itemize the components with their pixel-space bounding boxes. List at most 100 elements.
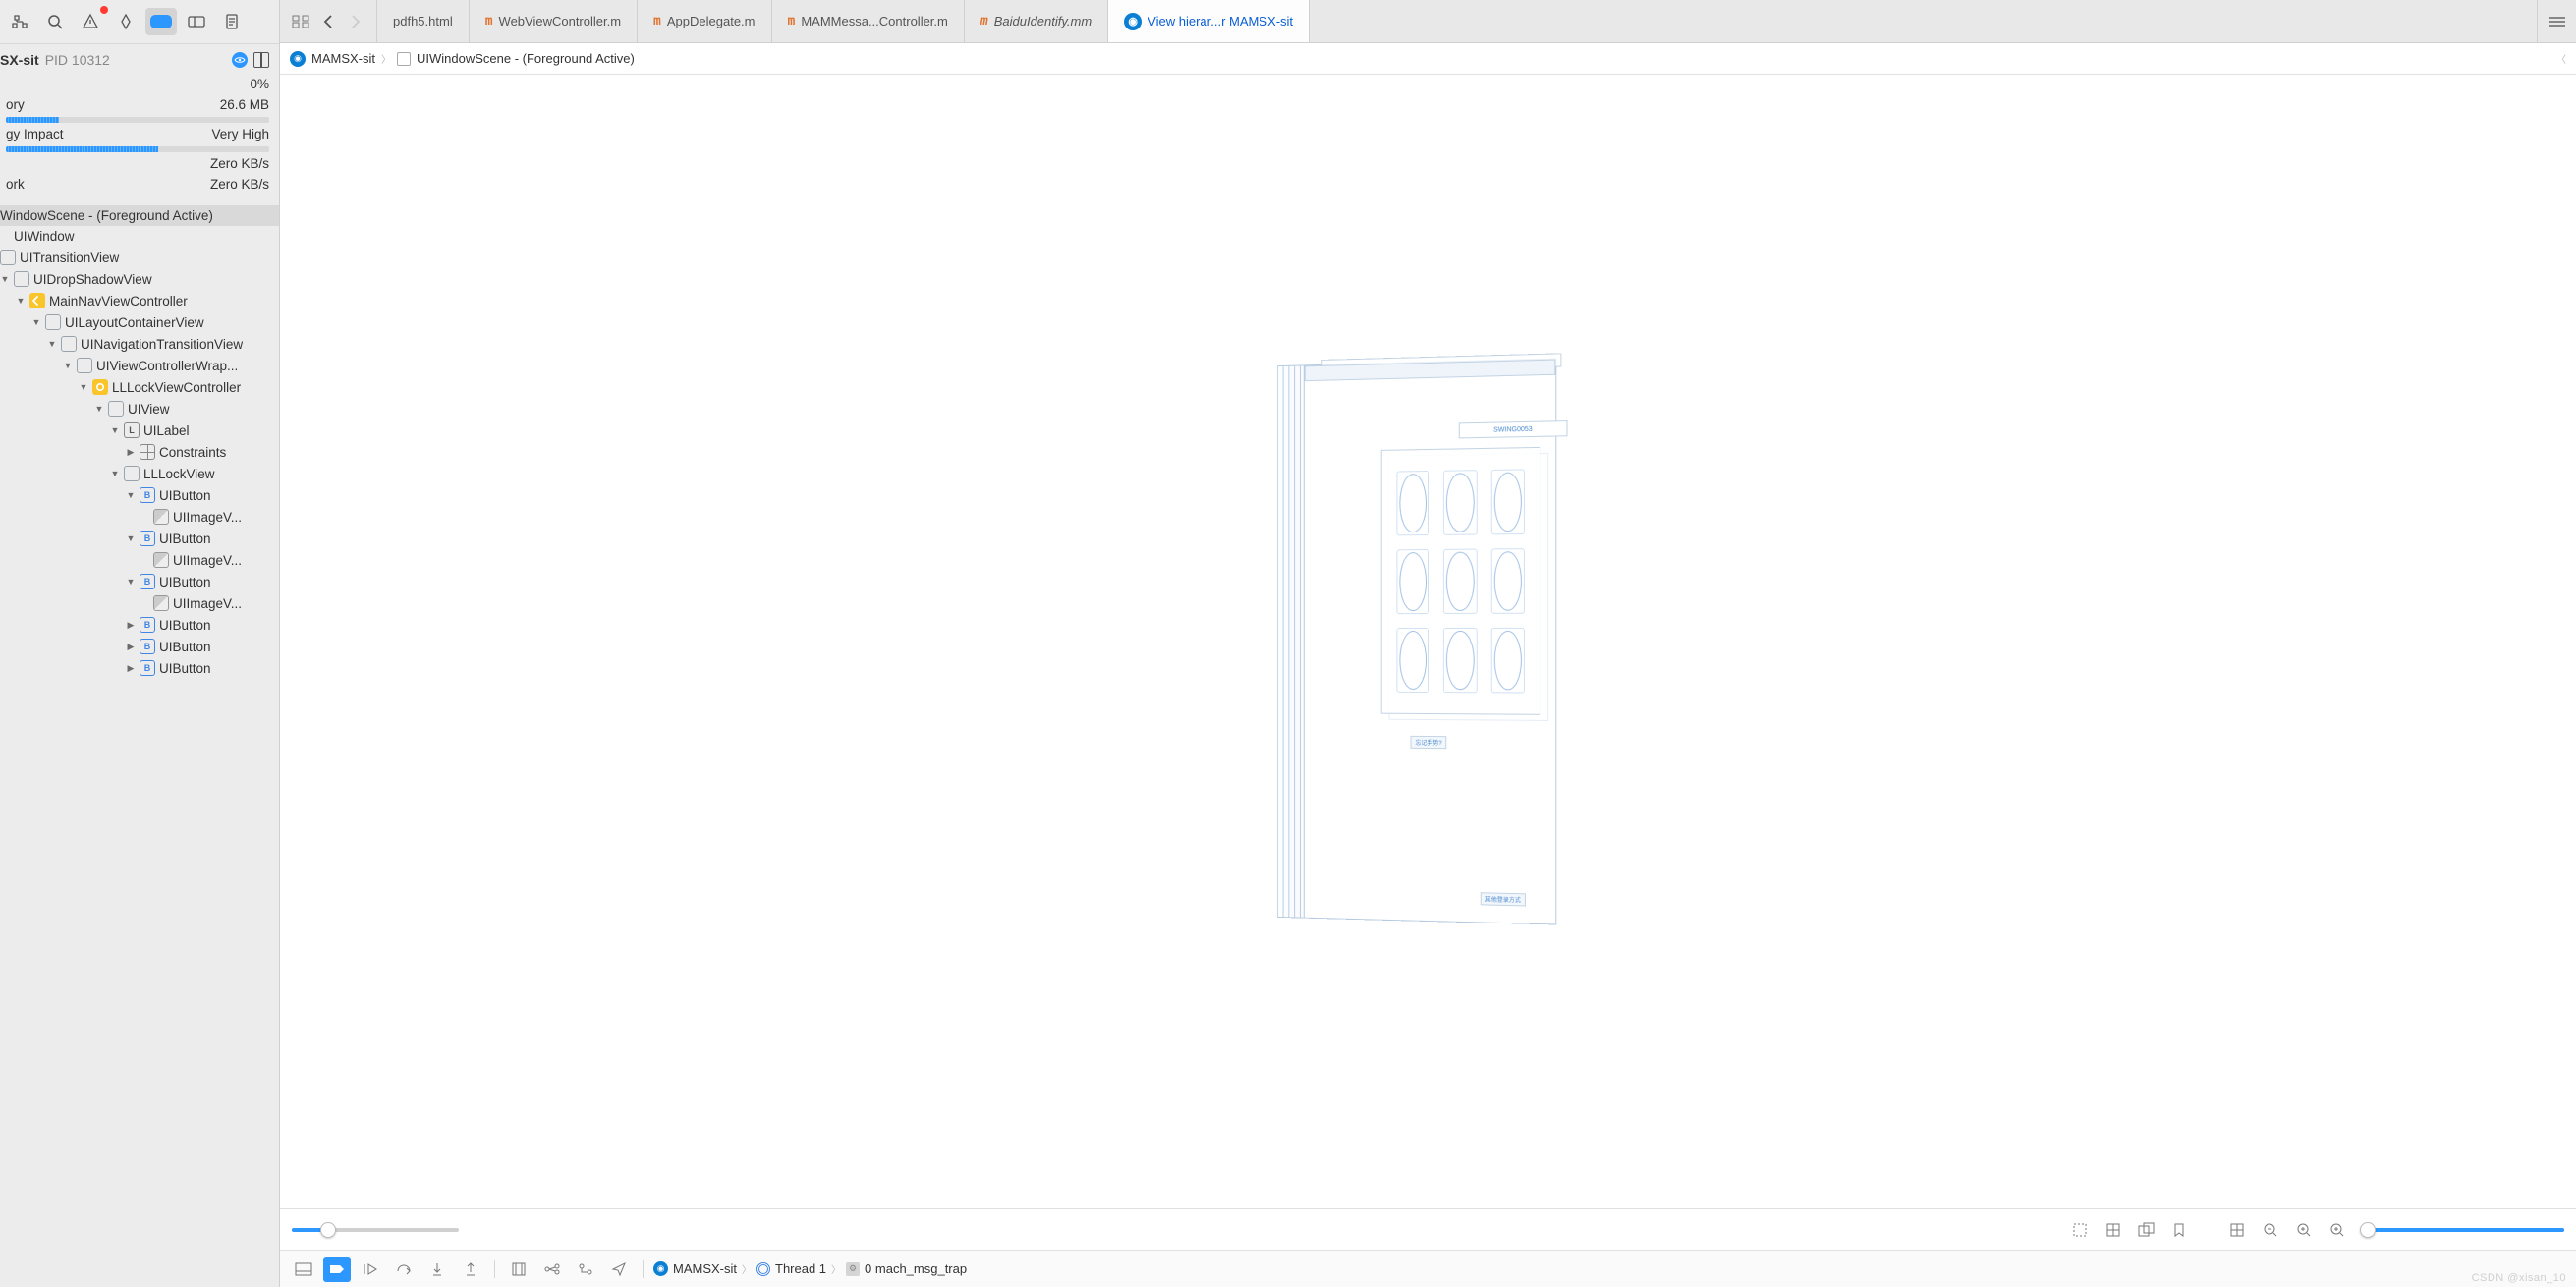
tree-row[interactable]: UIImageV...: [0, 506, 279, 528]
lock-dot[interactable]: [1493, 631, 1521, 691]
issues-icon[interactable]: [75, 8, 106, 35]
process-header: SX-sit PID 10312: [0, 44, 279, 73]
jump-bar[interactable]: ◉ MAMSX-sit 〉 UIWindowScene - (Foregroun…: [280, 43, 2576, 75]
columns-icon[interactable]: [253, 52, 269, 68]
memory-metric[interactable]: ory 26.6 MB: [6, 93, 269, 114]
objcpp-file-icon: m: [980, 14, 988, 28]
lock-dot[interactable]: [1446, 552, 1474, 611]
tree-row[interactable]: ▼BUIButton: [0, 484, 279, 506]
lock-dot[interactable]: [1446, 631, 1474, 690]
forward-button[interactable]: [343, 9, 368, 34]
lock-dot[interactable]: [1493, 551, 1521, 611]
constraints-icon[interactable]: [2099, 1215, 2128, 1245]
view-debugger-icon: ◉: [1124, 13, 1142, 30]
tree-row[interactable]: UIImageV...: [0, 592, 279, 614]
clip-icon[interactable]: [2065, 1215, 2095, 1245]
lock-view[interactable]: [1380, 447, 1540, 715]
spacing-slider[interactable]: [292, 1228, 459, 1232]
bookmark-icon[interactable]: [110, 8, 141, 35]
env-overrides-icon[interactable]: [572, 1257, 599, 1282]
chevron-right-icon: 〉: [742, 1261, 752, 1276]
step-out-icon[interactable]: [457, 1257, 484, 1282]
hierarchy-icon[interactable]: [4, 8, 35, 35]
tree-row[interactable]: ▼BUIButton: [0, 571, 279, 592]
tree-row[interactable]: ▼UIDropShadowView: [0, 268, 279, 290]
objc-file-icon: m: [653, 14, 661, 28]
zoom-in-icon[interactable]: [2323, 1215, 2352, 1245]
scene-icon: [397, 52, 411, 66]
tree-row[interactable]: ▶BUIButton: [0, 614, 279, 636]
tree-row[interactable]: ▼BUIButton: [0, 528, 279, 549]
orient-icon[interactable]: [2165, 1215, 2195, 1245]
eye-icon[interactable]: [232, 52, 248, 68]
tree-row[interactable]: ▼LLLockViewController: [0, 376, 279, 398]
tree-row[interactable]: ▼UIView: [0, 398, 279, 420]
view-hierarchy-canvas[interactable]: SWING0053 忘记手势? 其他: [280, 75, 2576, 1208]
tree-row[interactable]: UITransitionView: [0, 247, 279, 268]
tree-row[interactable]: ▼UILayoutContainerView: [0, 311, 279, 333]
tree-row[interactable]: UIWindow: [0, 226, 279, 247]
reports-icon[interactable]: [216, 8, 248, 35]
tree-row[interactable]: ▼UIViewControllerWrap...: [0, 355, 279, 376]
step-over-icon[interactable]: [390, 1257, 418, 1282]
view-debugger-icon: ◉: [290, 51, 306, 67]
tree-row[interactable]: ▼UINavigationTransitionView: [0, 333, 279, 355]
editor-area: pdfh5.html mWebViewController.m mAppDele…: [280, 0, 2576, 1287]
tab-mammessage[interactable]: mMAMMessa...Controller.m: [772, 0, 965, 42]
grid-icon[interactable]: [2222, 1215, 2252, 1245]
zoom-fit-icon[interactable]: [2289, 1215, 2319, 1245]
tree-row[interactable]: ▶BUIButton: [0, 657, 279, 679]
memory-graph-icon[interactable]: [538, 1257, 566, 1282]
step-in-icon[interactable]: [423, 1257, 451, 1282]
root-view[interactable]: SWING0053 忘记手势? 其他: [1303, 359, 1556, 925]
location-icon[interactable]: [605, 1257, 633, 1282]
forgot-button[interactable]: 忘记手势?: [1410, 736, 1446, 749]
breakpoints-icon[interactable]: [181, 8, 212, 35]
chevron-left-icon[interactable]: 〈: [2556, 51, 2566, 66]
tab-appdelegate[interactable]: mAppDelegate.m: [638, 0, 771, 42]
tree-row[interactable]: ▼LLLockView: [0, 463, 279, 484]
disk-metric[interactable]: Zero KB/s: [6, 152, 269, 173]
title-label[interactable]: SWING0053: [1458, 420, 1567, 438]
debug-gauges-icon[interactable]: [145, 8, 177, 35]
tree-row[interactable]: ▼LUILabel: [0, 420, 279, 441]
range-slider[interactable]: [2368, 1228, 2564, 1232]
back-button[interactable]: [315, 9, 341, 34]
crumb-scene[interactable]: UIWindowScene - (Foreground Active): [417, 51, 635, 66]
lock-dot[interactable]: [1399, 474, 1427, 532]
continue-icon[interactable]: [357, 1257, 384, 1282]
energy-metric[interactable]: gy Impact Very High: [6, 123, 269, 143]
related-items-icon[interactable]: [288, 9, 313, 34]
zoom-out-icon[interactable]: [2256, 1215, 2285, 1245]
debug-view-icon[interactable]: [505, 1257, 532, 1282]
objc-file-icon: m: [485, 14, 493, 28]
tree-row[interactable]: ▼MainNavViewController: [0, 290, 279, 311]
breakpoints-toggle-icon[interactable]: [323, 1257, 351, 1282]
network-metric[interactable]: ork Zero KB/s: [6, 173, 269, 194]
frame-icon: ⚙: [846, 1262, 860, 1276]
tab-nav: [280, 0, 377, 42]
tree-row[interactable]: ▶Constraints: [0, 441, 279, 463]
hide-debug-icon[interactable]: [290, 1257, 317, 1282]
search-icon[interactable]: [39, 8, 71, 35]
lock-dot[interactable]: [1399, 552, 1427, 611]
tree-row-scene[interactable]: WindowScene - (Foreground Active): [0, 205, 279, 226]
tab-overflow-icon[interactable]: [2537, 0, 2576, 42]
chevron-right-icon: 〉: [831, 1261, 841, 1276]
crumb-app[interactable]: MAMSX-sit: [311, 51, 375, 66]
lock-dot[interactable]: [1399, 631, 1427, 690]
tab-baidu[interactable]: mBaiduIdentify.mm: [965, 0, 1108, 42]
lock-dot[interactable]: [1493, 472, 1521, 532]
3d-icon[interactable]: [2132, 1215, 2161, 1245]
watermark: CSDN @xisan_10: [2472, 1272, 2566, 1284]
other-login-button[interactable]: 其他登录方式: [1480, 892, 1525, 906]
tab-webview[interactable]: mWebViewController.m: [470, 0, 638, 42]
tree-row[interactable]: UIImageV...: [0, 549, 279, 571]
tab-pdfh5[interactable]: pdfh5.html: [377, 0, 470, 42]
lock-dot[interactable]: [1446, 473, 1474, 532]
tree-row[interactable]: ▶BUIButton: [0, 636, 279, 657]
debug-crumb[interactable]: ◉ MAMSX-sit 〉 Thread 1 〉 ⚙ 0 mach_msg_tr…: [653, 1261, 967, 1276]
tab-view-hierarchy[interactable]: ◉View hierar...r MAMSX-sit: [1108, 0, 1310, 42]
tab-bar: pdfh5.html mWebViewController.m mAppDele…: [280, 0, 2576, 43]
cpu-metric[interactable]: 0%: [6, 73, 269, 93]
